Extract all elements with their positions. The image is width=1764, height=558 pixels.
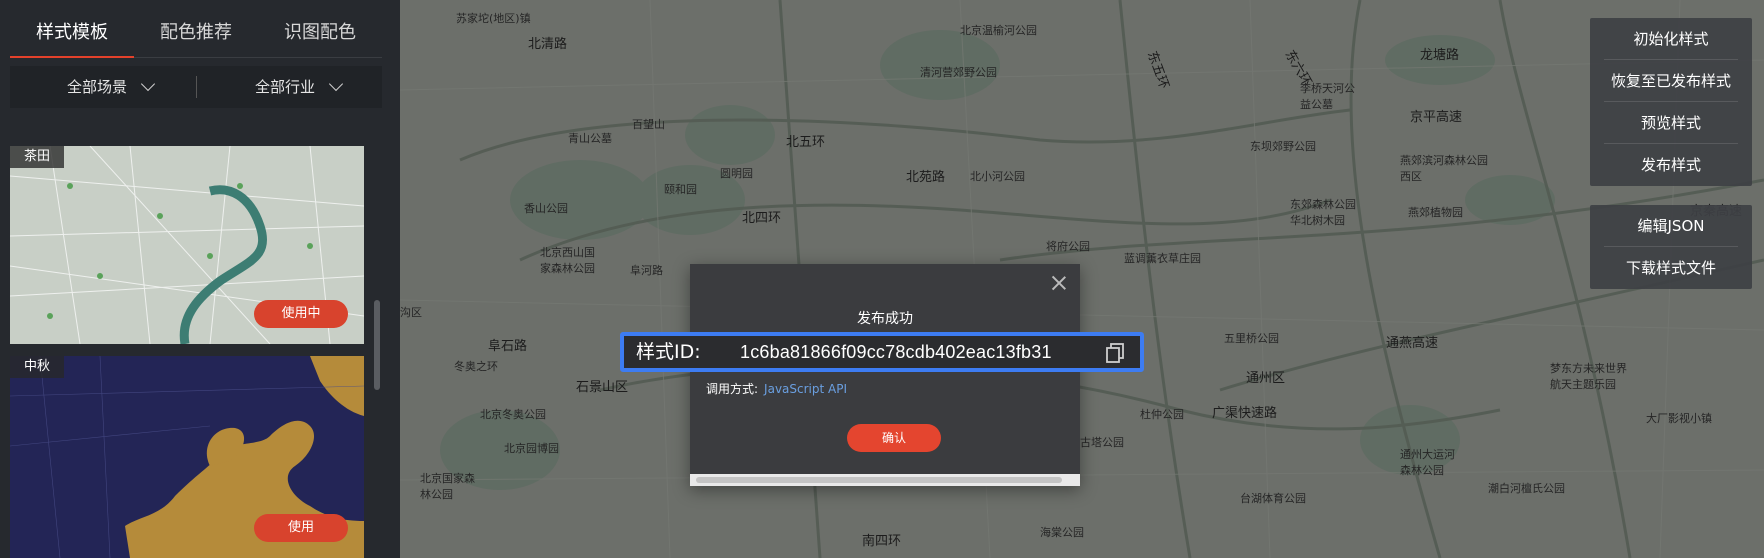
call-method-label: 调用方式: (706, 382, 759, 396)
style-actions-panel: 初始化样式 恢复至已发布样式 预览样式 发布样式 (1590, 18, 1752, 186)
template-tag: 茶田 (10, 146, 65, 168)
active-tab-indicator (10, 56, 134, 58)
map-canvas[interactable]: 苏家坨(地区)镇 北清路 百望山 青山公墓 颐和园 圆明园 北五环 北四环 香山… (400, 0, 1764, 558)
style-id-field: 样式ID: 1c6ba81866f09cc78cdb402eac13fb31 (620, 332, 1144, 372)
dialog-title: 发布成功 (857, 311, 913, 327)
tab-color-recommend[interactable]: 配色推荐 (134, 0, 258, 58)
tab-style-templates[interactable]: 样式模板 (10, 0, 134, 58)
file-actions-panel: 编辑JSON 下载样式文件 (1590, 205, 1752, 289)
scene-filter-label: 全部场景 (67, 78, 128, 96)
publish-success-dialog: 发布成功 调用方式: JavaScript API 确认 (690, 264, 1080, 486)
javascript-api-link[interactable]: JavaScript API (764, 382, 847, 396)
tab-image-color[interactable]: 识图配色 (258, 0, 382, 58)
edit-json-button[interactable]: 编辑JSON (1604, 205, 1738, 247)
sidebar-tabs: 样式模板 配色推荐 识图配色 (10, 0, 382, 58)
copy-icon[interactable] (1104, 342, 1126, 364)
industry-filter-label: 全部行业 (255, 78, 316, 96)
use-button[interactable]: 使用 (254, 514, 348, 542)
init-style-button[interactable]: 初始化样式 (1604, 18, 1738, 60)
style-id-label: 样式ID: (636, 341, 701, 363)
preview-style-button[interactable]: 预览样式 (1604, 102, 1738, 144)
style-id-value[interactable]: 1c6ba81866f09cc78cdb402eac13fb31 (740, 336, 1052, 368)
confirm-button[interactable]: 确认 (847, 424, 941, 452)
sidebar-scrollbar[interactable] (374, 300, 380, 390)
industry-filter-dropdown[interactable]: 全部行业 (255, 66, 344, 108)
restore-published-button[interactable]: 恢复至已发布样式 (1604, 60, 1738, 102)
chevron-down-icon (328, 76, 344, 92)
download-style-button[interactable]: 下载样式文件 (1604, 247, 1738, 289)
close-icon[interactable] (1050, 274, 1068, 292)
template-card-mid-autumn[interactable]: 中秋 使用 (10, 356, 364, 558)
modal-backdrop (400, 0, 1764, 558)
template-card-tea[interactable]: 茶田 使用中 (10, 146, 364, 344)
filter-divider (196, 76, 197, 98)
in-use-button[interactable]: 使用中 (254, 300, 348, 328)
scene-filter-dropdown[interactable]: 全部场景 (67, 66, 156, 108)
filters-bar: 全部场景 全部行业 (10, 66, 382, 108)
dialog-footer (690, 474, 1080, 486)
horizontal-scrollbar[interactable] (696, 477, 1062, 483)
template-tag: 中秋 (10, 356, 65, 378)
chevron-down-icon (140, 76, 156, 92)
publish-style-button[interactable]: 发布样式 (1604, 144, 1738, 186)
call-method-row: 调用方式: JavaScript API (706, 380, 847, 397)
sidebar: 样式模板 配色推荐 识图配色 全部场景 全部行业 茶田 使用中 中秋 使用 (0, 0, 400, 558)
